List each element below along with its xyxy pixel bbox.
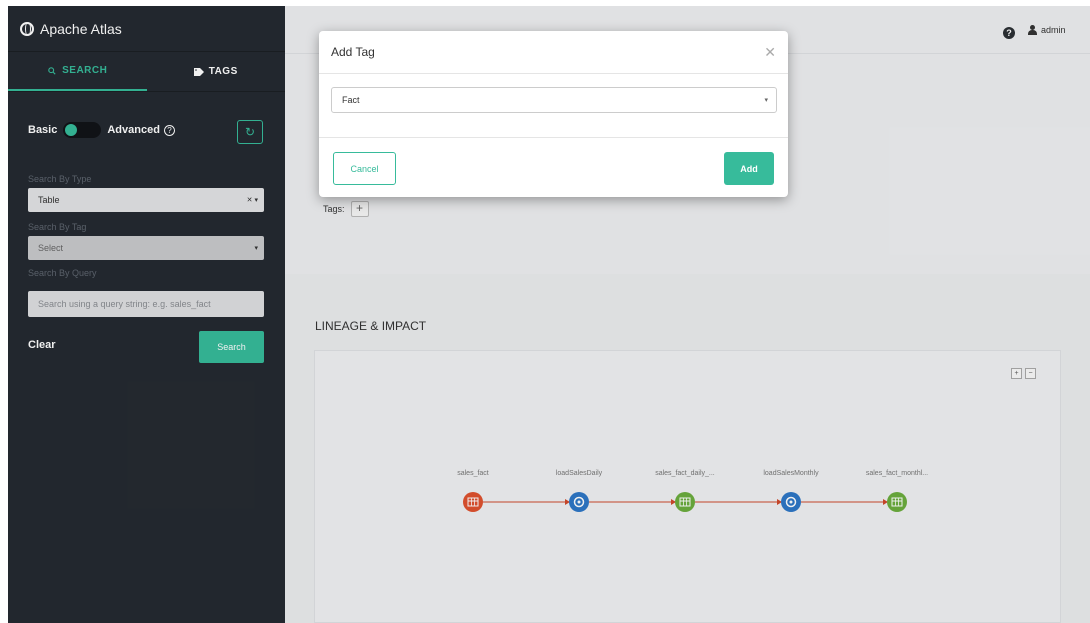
add-button[interactable]: Add xyxy=(724,152,774,185)
tag-dropdown-value: Fact xyxy=(342,95,360,105)
cancel-button[interactable]: Cancel xyxy=(333,152,396,185)
chevron-down-icon: ▾ xyxy=(764,97,768,104)
close-icon[interactable]: ✕ xyxy=(764,44,776,61)
tag-dropdown[interactable]: Fact ▾ xyxy=(331,87,777,113)
modal-title: Add Tag xyxy=(331,45,375,59)
add-tag-modal: Add Tag ✕ Fact ▾ Cancel Add xyxy=(319,31,788,197)
modal-divider xyxy=(319,137,788,138)
modal-header: Add Tag ✕ xyxy=(319,31,788,74)
